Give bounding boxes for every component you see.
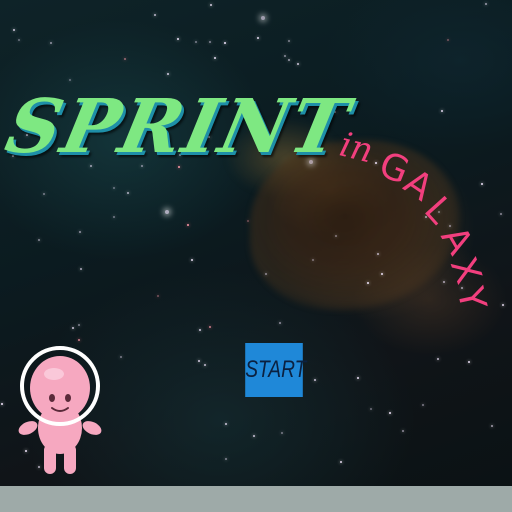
star bbox=[257, 37, 259, 39]
star bbox=[261, 16, 265, 20]
star bbox=[198, 360, 200, 362]
ground-bar bbox=[0, 486, 512, 512]
star bbox=[449, 225, 451, 227]
star bbox=[165, 210, 169, 214]
star bbox=[357, 377, 359, 379]
star bbox=[124, 58, 126, 60]
star bbox=[437, 358, 439, 360]
star bbox=[195, 41, 197, 43]
pink-alien-astronaut-icon[interactable] bbox=[14, 344, 106, 478]
star bbox=[72, 327, 74, 329]
star bbox=[113, 216, 115, 218]
star bbox=[177, 38, 179, 40]
star bbox=[288, 59, 290, 61]
star bbox=[113, 187, 115, 189]
star bbox=[377, 253, 379, 255]
star bbox=[224, 42, 226, 44]
star bbox=[335, 235, 337, 237]
star bbox=[281, 432, 283, 434]
star bbox=[78, 324, 80, 326]
star bbox=[69, 79, 71, 81]
star bbox=[78, 339, 80, 341]
star bbox=[481, 183, 483, 185]
star bbox=[43, 193, 45, 195]
star bbox=[187, 224, 189, 226]
star bbox=[50, 42, 52, 44]
star bbox=[370, 408, 372, 410]
star bbox=[13, 29, 15, 31]
star bbox=[389, 412, 391, 414]
star bbox=[120, 356, 122, 358]
star bbox=[18, 39, 20, 41]
star bbox=[284, 55, 286, 57]
star bbox=[214, 57, 216, 59]
star bbox=[500, 213, 502, 215]
star bbox=[367, 282, 369, 284]
start-button[interactable]: START bbox=[245, 343, 306, 397]
star bbox=[314, 379, 316, 381]
star bbox=[80, 268, 82, 270]
star bbox=[127, 192, 129, 194]
star bbox=[381, 273, 383, 275]
star bbox=[204, 364, 206, 366]
star bbox=[157, 295, 159, 297]
star bbox=[167, 73, 169, 75]
star bbox=[468, 361, 470, 363]
star bbox=[441, 110, 443, 112]
star bbox=[191, 259, 193, 261]
star bbox=[402, 430, 404, 432]
star bbox=[154, 14, 156, 16]
star bbox=[422, 404, 424, 406]
game-title: SPRINT bbox=[0, 84, 358, 170]
star bbox=[265, 273, 267, 275]
game-subtitle-letter: Y bbox=[448, 283, 494, 314]
star bbox=[38, 239, 40, 241]
star bbox=[502, 304, 504, 306]
star bbox=[340, 461, 342, 463]
star bbox=[253, 435, 255, 437]
star bbox=[210, 4, 212, 6]
star bbox=[279, 322, 281, 324]
star bbox=[247, 220, 249, 222]
game-screen: SPRINT in G A L A X Y START bbox=[0, 0, 512, 512]
star bbox=[447, 39, 449, 41]
star bbox=[297, 63, 299, 65]
star bbox=[375, 162, 377, 164]
star bbox=[79, 231, 81, 233]
star bbox=[209, 41, 211, 43]
star bbox=[225, 423, 227, 425]
star bbox=[199, 329, 201, 331]
star bbox=[485, 3, 487, 5]
star bbox=[225, 458, 227, 460]
star bbox=[491, 425, 493, 427]
star bbox=[288, 40, 290, 42]
star bbox=[209, 326, 211, 328]
star bbox=[1, 403, 3, 405]
star bbox=[443, 281, 445, 283]
star bbox=[312, 259, 314, 261]
